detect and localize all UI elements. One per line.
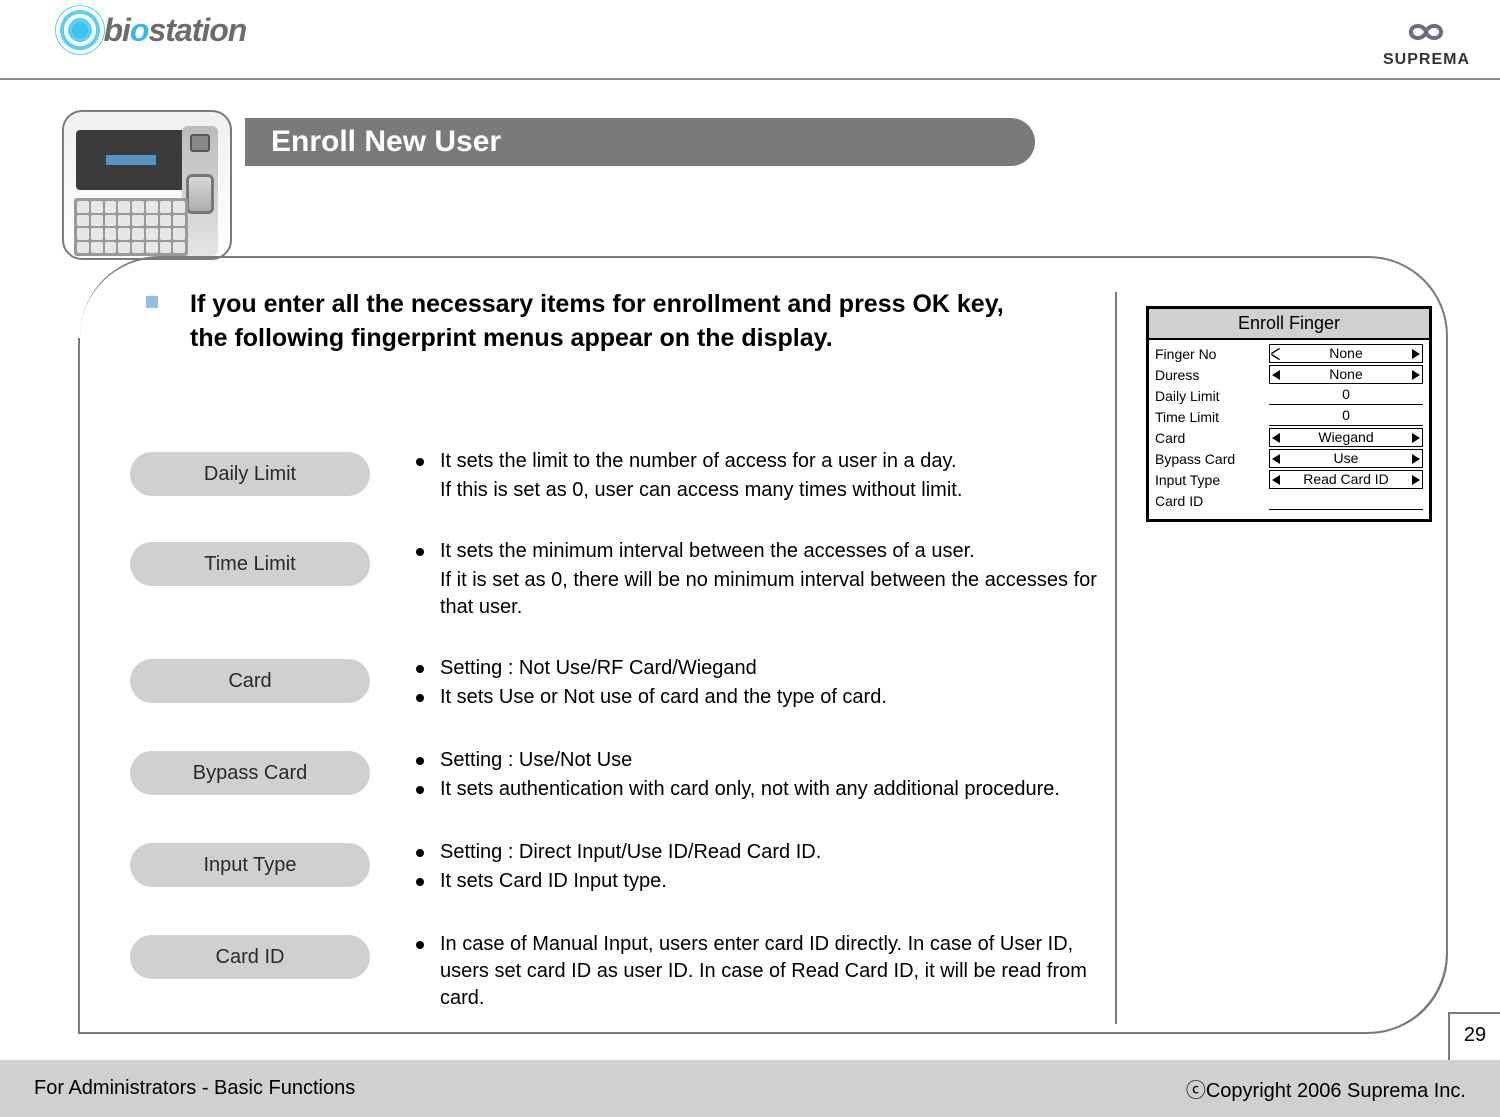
logo-pre: bi <box>103 12 129 48</box>
arrow-right-icon <box>1412 433 1420 443</box>
panel-value: None <box>1269 365 1423 384</box>
panel-value-text: 0 <box>1342 386 1350 402</box>
suprema-logo: SUPREMA <box>1383 18 1470 69</box>
intro-bullet-icon <box>146 296 158 308</box>
arrow-right-icon <box>1412 454 1420 464</box>
logo-word: biostation <box>103 12 246 49</box>
page-footer: For Administrators - Basic Functions ⓒCo… <box>0 1060 1500 1117</box>
panel-value: Use <box>1269 449 1423 468</box>
panel-value: 0 <box>1269 386 1423 405</box>
arrow-left-icon <box>1272 475 1280 485</box>
infinity-icon <box>1396 18 1456 46</box>
panel-label: Duress <box>1155 365 1269 385</box>
option-bullet: It sets the limit to the number of acces… <box>416 448 1100 475</box>
option-pill: Time Limit <box>130 542 370 586</box>
option-bullet: In case of Manual Input, users enter car… <box>416 931 1100 1012</box>
device-screen-icon <box>76 130 186 190</box>
option-row-card: Card Setting : Not Use/RF Card/Wiegand I… <box>130 655 1100 713</box>
section-title: Enroll New User <box>245 118 1035 166</box>
option-row-daily-limit: Daily Limit It sets the limit to the num… <box>130 448 1100 504</box>
panel-value-text: None <box>1329 345 1362 361</box>
option-row-input-type: Input Type Setting : Direct Input/Use ID… <box>130 839 1100 897</box>
panel-body: Finger No Duress Daily Limit Time Limit … <box>1149 340 1429 519</box>
panel-label: Bypass Card <box>1155 449 1269 469</box>
option-desc: It sets the limit to the number of acces… <box>370 448 1100 504</box>
arrow-right-icon <box>1412 370 1420 380</box>
footer-right: ⓒCopyright 2006 Suprema Inc. <box>1186 1074 1466 1103</box>
device-keypad-icon <box>74 198 188 256</box>
arrow-right-icon <box>1412 475 1420 485</box>
option-bullet: It sets the minimum interval between the… <box>416 538 1100 565</box>
panel-value-text: None <box>1329 366 1362 382</box>
logo-swirl-icon <box>55 5 105 55</box>
panel-label: Finger No <box>1155 344 1269 364</box>
logo-mid: o <box>130 12 149 48</box>
panel-value-col: None None 0 0 Wiegand Use Read Card ID <box>1269 344 1423 511</box>
option-bullet: Setting : Use/Not Use <box>416 747 1100 774</box>
option-desc: Setting : Not Use/RF Card/Wiegand It set… <box>370 655 1100 713</box>
option-bullet: It sets Use or Not use of card and the t… <box>416 684 1100 711</box>
device-speaker-icon <box>190 134 210 152</box>
device-thumbnail <box>62 110 232 260</box>
panel-label: Input Type <box>1155 470 1269 490</box>
option-subtext: If it is set as 0, there will be no mini… <box>416 567 1100 621</box>
intro-text: If you enter all the necessary items for… <box>190 288 1020 356</box>
page-number: 29 <box>1448 1012 1500 1060</box>
panel-label-col: Finger No Duress Daily Limit Time Limit … <box>1155 344 1269 511</box>
option-bullet: It sets authentication with card only, n… <box>416 776 1100 803</box>
arrow-right-icon <box>1412 349 1420 359</box>
options-list: Daily Limit It sets the limit to the num… <box>130 448 1100 1014</box>
option-desc: Setting : Use/Not Use It sets authentica… <box>370 747 1100 805</box>
brand-text: SUPREMA <box>1383 51 1470 69</box>
vertical-divider <box>1115 292 1117 1024</box>
device-fingerprint-icon <box>186 174 214 214</box>
panel-label: Daily Limit <box>1155 386 1269 406</box>
enroll-finger-panel: Enroll Finger Finger No Duress Daily Lim… <box>1146 306 1432 522</box>
frame-corner <box>1366 952 1448 1034</box>
option-bullet: It sets Card ID Input type. <box>416 868 1100 895</box>
panel-value-text: Wiegand <box>1318 429 1373 445</box>
panel-value <box>1269 491 1423 510</box>
panel-value: Read Card ID <box>1269 470 1423 489</box>
option-pill: Daily Limit <box>130 452 370 496</box>
panel-value-text: 0 <box>1342 407 1350 423</box>
logo-post: station <box>148 12 246 48</box>
option-pill: Input Type <box>130 843 370 887</box>
option-row-bypass-card: Bypass Card Setting : Use/Not Use It set… <box>130 747 1100 805</box>
arrow-left-icon <box>1272 454 1280 464</box>
panel-label: Card <box>1155 428 1269 448</box>
panel-label: Card ID <box>1155 491 1269 511</box>
panel-title: Enroll Finger <box>1149 309 1429 340</box>
option-row-card-id: Card ID In case of Manual Input, users e… <box>130 931 1100 1014</box>
option-row-time-limit: Time Limit It sets the minimum interval … <box>130 538 1100 621</box>
biostation-logo: biostation <box>55 5 246 55</box>
option-desc: In case of Manual Input, users enter car… <box>370 931 1100 1014</box>
panel-value: None <box>1269 344 1423 363</box>
option-desc: Setting : Direct Input/Use ID/Read Card … <box>370 839 1100 897</box>
arrow-left-icon <box>1272 349 1280 359</box>
panel-label: Time Limit <box>1155 407 1269 427</box>
panel-value-text: Read Card ID <box>1303 471 1389 487</box>
panel-value: 0 <box>1269 407 1423 426</box>
option-pill: Card ID <box>130 935 370 979</box>
option-pill: Bypass Card <box>130 751 370 795</box>
option-bullet: Setting : Not Use/RF Card/Wiegand <box>416 655 1100 682</box>
panel-value-text: Use <box>1334 450 1359 466</box>
arrow-left-icon <box>1272 370 1280 380</box>
arrow-left-icon <box>1272 433 1280 443</box>
option-pill: Card <box>130 659 370 703</box>
page-header: biostation SUPREMA <box>0 0 1500 80</box>
footer-left: For Administrators - Basic Functions <box>34 1077 355 1100</box>
option-desc: It sets the minimum interval between the… <box>370 538 1100 621</box>
panel-value: Wiegand <box>1269 428 1423 447</box>
option-subtext: If this is set as 0, user can access man… <box>416 477 1100 504</box>
option-bullet: Setting : Direct Input/Use ID/Read Card … <box>416 839 1100 866</box>
